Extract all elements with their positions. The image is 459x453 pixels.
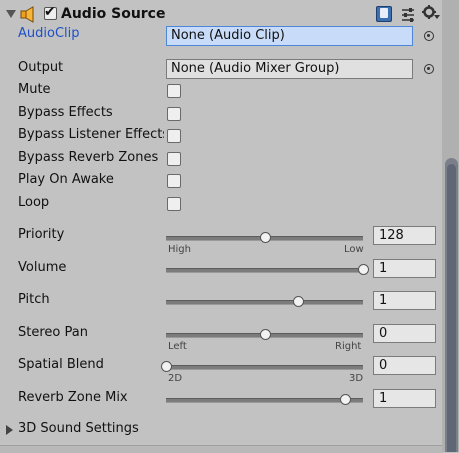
output-picker-icon[interactable]: [424, 64, 434, 74]
toggle-label-play-on-awake: Play On Awake: [18, 172, 114, 187]
toggle-label-mute: Mute: [18, 82, 51, 97]
priority-label: Priority: [18, 227, 65, 242]
toggle-label-bypass-reverb-zones: Bypass Reverb Zones: [18, 150, 159, 165]
output-label: Output: [18, 60, 64, 75]
speaker-icon: [20, 6, 34, 23]
pitch-label: Pitch: [18, 292, 50, 307]
audioclip-field[interactable]: None (Audio Clip): [166, 26, 413, 46]
priority-value-field[interactable]: 128: [373, 226, 436, 245]
reverb-zone-mix-value-field[interactable]: 1: [373, 389, 436, 408]
priority-slider-thumb[interactable]: [259, 232, 271, 243]
component-enabled-checkbox[interactable]: ✔: [44, 4, 57, 20]
spatial-blend-right-tick: 3D: [349, 373, 364, 384]
volume-slider-track[interactable]: [166, 264, 369, 275]
help-book-icon[interactable]: [376, 6, 392, 22]
output-field[interactable]: None (Audio Mixer Group): [166, 59, 413, 79]
gear-dropdown-caret-icon[interactable]: [434, 15, 440, 19]
bypass-listener-effects-checkbox[interactable]: [167, 129, 181, 143]
stereo-pan-value-field[interactable]: 0: [373, 324, 436, 343]
bypass-effects-checkbox[interactable]: [167, 107, 181, 121]
toggle-label-bypass-listener-effects: Bypass Listener Effects: [18, 127, 164, 142]
spatial-blend-slider-track[interactable]: [161, 361, 363, 372]
toggle-label-loop: Loop: [18, 195, 50, 210]
loop-checkbox[interactable]: [167, 197, 181, 211]
play-on-awake-checkbox[interactable]: [167, 174, 181, 188]
priority-slider-track[interactable]: [166, 232, 363, 243]
reverb-zone-mix-slider-track[interactable]: [166, 394, 363, 405]
toggle-label-bypass-effects: Bypass Effects: [18, 105, 113, 120]
reverb-zone-mix-label: Reverb Zone Mix: [18, 390, 128, 405]
component-title: Audio Source: [61, 6, 166, 22]
audioclip-label: AudioClip: [18, 26, 80, 41]
stereo-pan-right-tick: Right: [335, 341, 362, 352]
priority-right-tick: Low: [344, 244, 364, 255]
presets-icon[interactable]: [400, 7, 416, 22]
pitch-value-field[interactable]: 1: [373, 291, 436, 310]
reverb-zone-mix-slider-thumb[interactable]: [340, 394, 352, 405]
spatial-blend-slider-thumb[interactable]: [161, 361, 172, 372]
scrollbar-thumb[interactable]: [445, 158, 458, 452]
spatial-blend-label: Spatial Blend: [18, 357, 104, 372]
stereo-pan-left-tick: Left: [168, 341, 187, 352]
volume-slider-thumb[interactable]: [358, 264, 369, 275]
bypass-reverb-zones-checkbox[interactable]: [167, 152, 181, 166]
priority-left-tick: High: [168, 244, 191, 255]
stereo-pan-slider-thumb[interactable]: [259, 329, 271, 340]
volume-label: Volume: [18, 260, 67, 275]
expand-arrow-icon[interactable]: [6, 425, 13, 435]
spatial-blend-left-tick: 2D: [168, 373, 183, 384]
audioclip-picker-icon[interactable]: [424, 31, 434, 41]
stereo-pan-label: Stereo Pan: [18, 325, 88, 340]
stereo-pan-slider-track[interactable]: [166, 329, 363, 340]
pitch-slider-track[interactable]: [166, 296, 363, 307]
pitch-slider-thumb[interactable]: [292, 296, 304, 307]
volume-value-field[interactable]: 1: [373, 259, 436, 278]
spatial-blend-value-field[interactable]: 0: [373, 356, 436, 375]
mute-checkbox[interactable]: [167, 84, 181, 98]
3d-sound-settings-foldout[interactable]: 3D Sound Settings: [18, 421, 139, 436]
foldout-arrow-icon[interactable]: [6, 10, 16, 18]
